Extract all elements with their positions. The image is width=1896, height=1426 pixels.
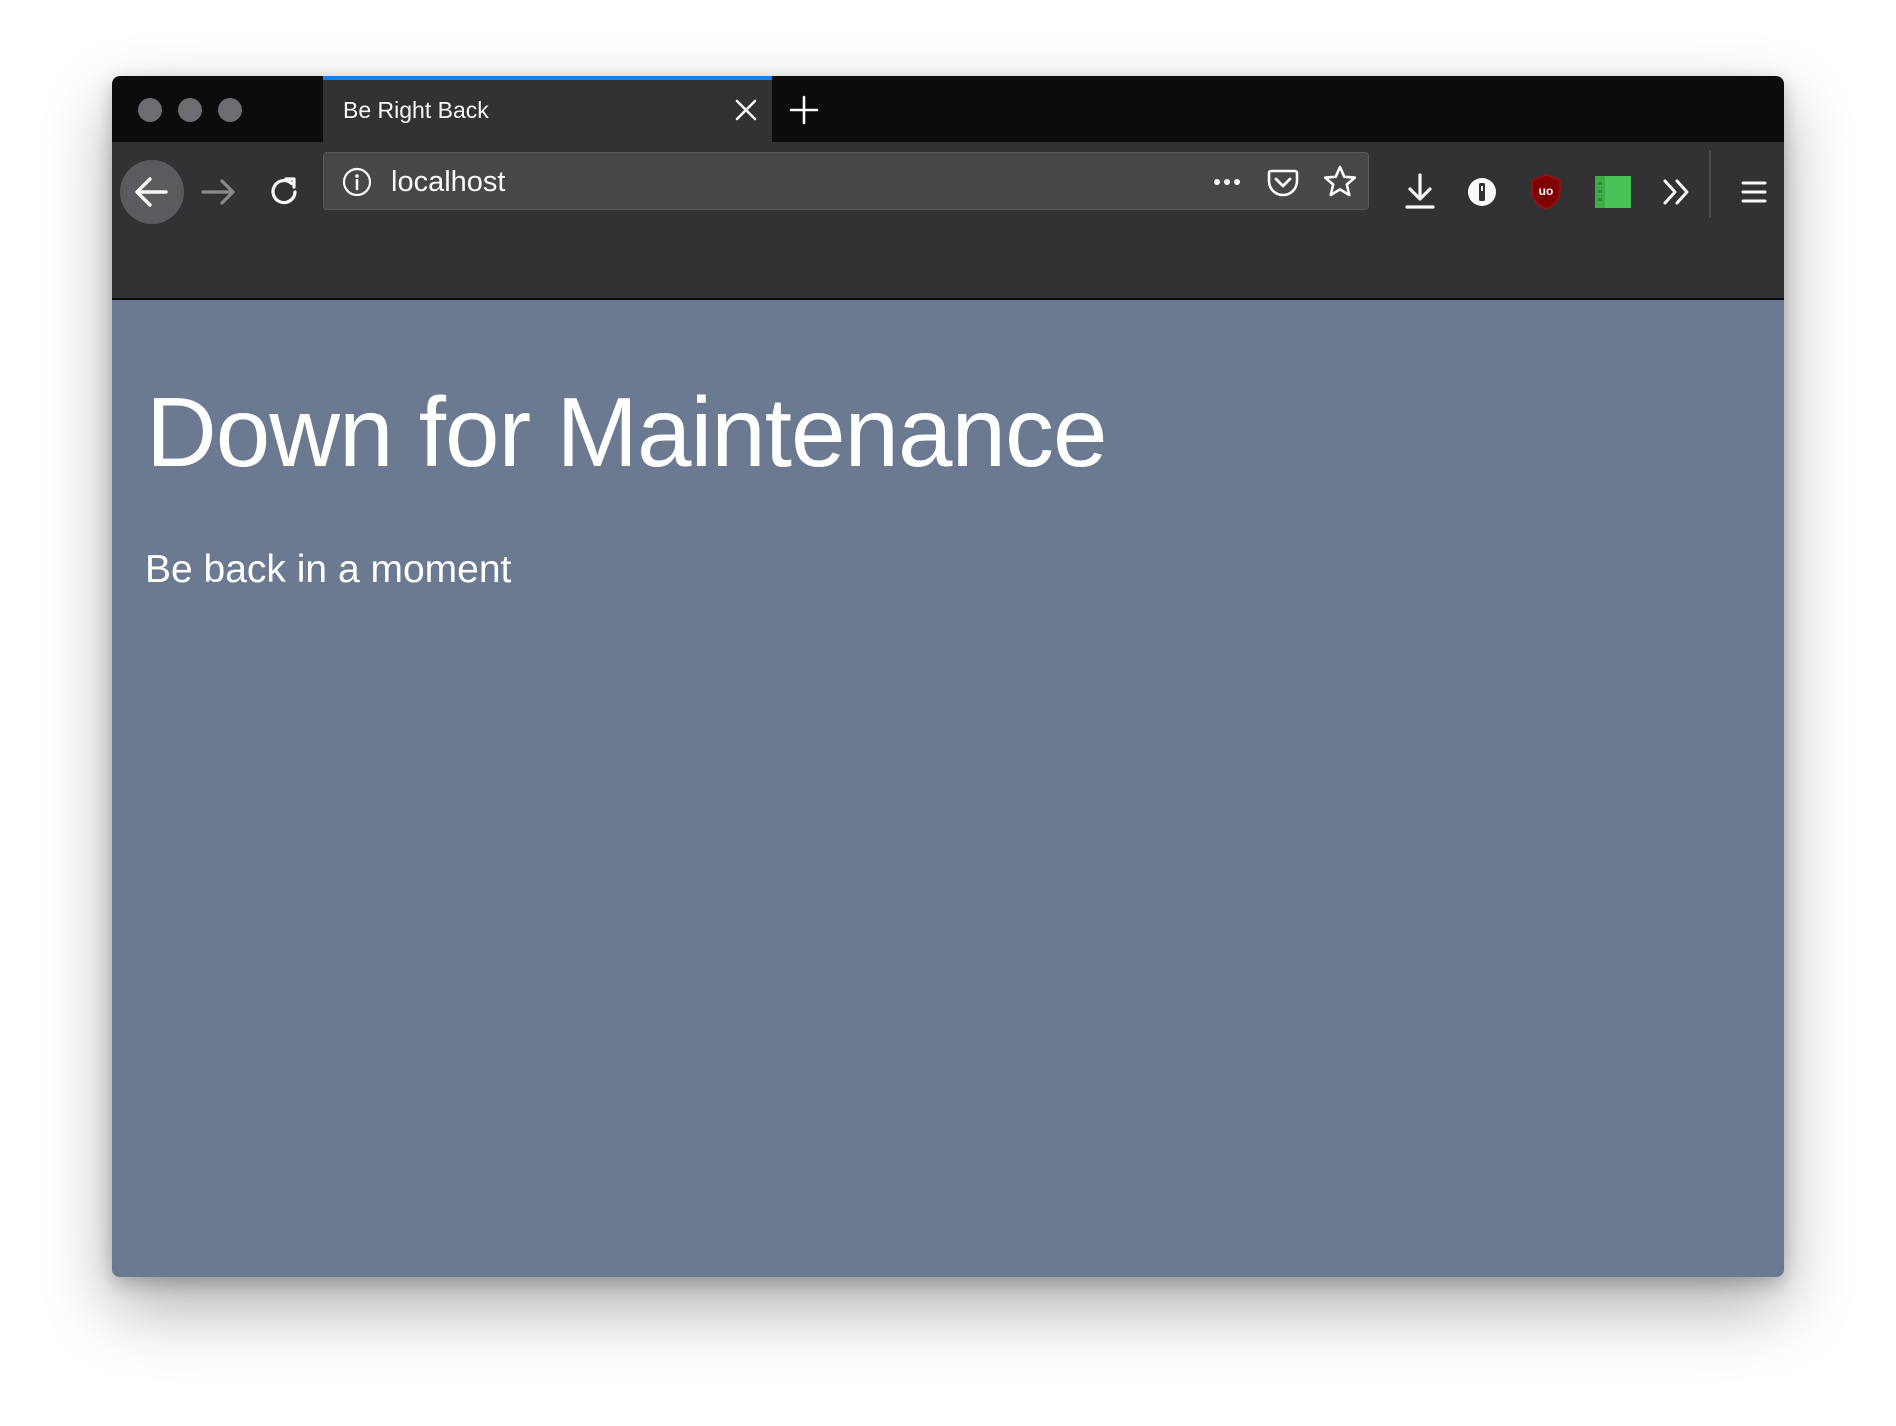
- bookmark-star-icon[interactable]: [1321, 163, 1359, 201]
- page-actions-menu-icon[interactable]: [1209, 164, 1245, 200]
- password-manager-button[interactable]: [1460, 170, 1504, 214]
- reload-icon: [271, 177, 297, 205]
- toolbar-separator: [1709, 150, 1711, 218]
- back-button[interactable]: [120, 160, 184, 224]
- forward-arrow-icon: [201, 179, 235, 205]
- title-bar: Be Right Back: [112, 76, 1784, 142]
- close-tab-icon[interactable]: [732, 96, 760, 124]
- window-maximize-button[interactable]: [218, 98, 242, 122]
- ublock-origin-icon: uo: [1531, 174, 1561, 210]
- downloads-icon: [1405, 173, 1435, 209]
- page-content: Down for Maintenance Be back in a moment: [112, 300, 1784, 1277]
- page-heading: Down for Maintenance: [146, 377, 1108, 487]
- main-menu-button[interactable]: [1732, 170, 1776, 214]
- page-subheading: Be back in a moment: [145, 548, 512, 591]
- url-bar[interactable]: localhost: [323, 152, 1369, 210]
- url-text[interactable]: localhost: [391, 167, 505, 197]
- overflow-menu-button[interactable]: [1655, 170, 1699, 214]
- downloads-button[interactable]: [1395, 167, 1445, 217]
- ublock-origin-button[interactable]: uo: [1524, 170, 1568, 214]
- password-manager-icon: [1468, 178, 1496, 206]
- overflow-chevron-icon: [1663, 179, 1689, 205]
- new-tab-plus-icon[interactable]: [786, 92, 822, 128]
- svg-text:uo: uo: [1539, 184, 1554, 198]
- tab-title: Be Right Back: [343, 97, 489, 123]
- site-info-icon[interactable]: [341, 166, 373, 198]
- window-minimize-button[interactable]: [178, 98, 202, 122]
- pocket-icon[interactable]: [1265, 164, 1301, 200]
- back-arrow-icon: [135, 177, 168, 207]
- green-extension-button[interactable]: [1589, 168, 1637, 216]
- browser-window: Be Right Back localhost uo Down for Main…: [112, 76, 1784, 1277]
- green-extension-icon: [1595, 176, 1631, 208]
- tab-be-right-back[interactable]: Be Right Back: [323, 76, 772, 142]
- tab-active-indicator: [323, 76, 772, 80]
- hamburger-menu-icon: [1741, 181, 1767, 203]
- forward-button[interactable]: [197, 170, 241, 214]
- reload-button[interactable]: [262, 170, 306, 214]
- window-close-button[interactable]: [138, 98, 162, 122]
